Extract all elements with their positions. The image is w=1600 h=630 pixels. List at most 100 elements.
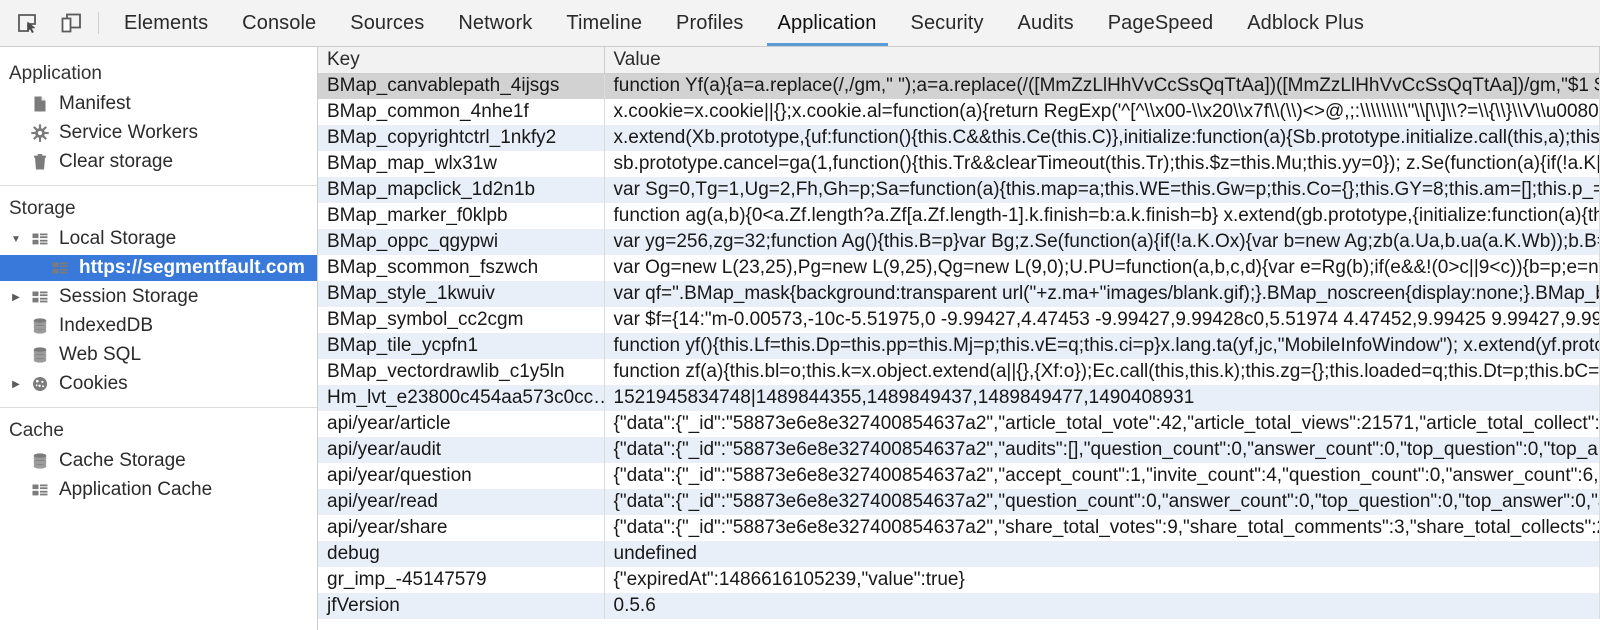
table-row[interactable]: BMap_oppc_qgypwi var yg=256,zg=32;functio… [318,229,1600,255]
cell-key[interactable]: api/year/share [318,515,605,541]
cell-key[interactable]: api/year/question [318,463,605,489]
cell-value[interactable]: undefined [604,541,1600,567]
inspect-element-icon[interactable] [10,6,44,40]
cell-key[interactable]: api/year/read [318,489,605,515]
table-row[interactable]: BMap_tile_ycpfn1 function yf(){this.Lf=th… [318,333,1600,359]
tab-console[interactable]: Console [225,0,333,46]
cell-key[interactable]: gr_imp_-45147579 [318,567,605,593]
chevron-down-icon[interactable]: ▼ [8,234,24,245]
cell-value[interactable]: {"data":{"_id":"58873e6e8e327400854637a2… [604,463,1600,489]
chevron-right-icon[interactable]: ▶ [8,292,24,303]
table-row[interactable]: gr_imp_-45147579 {"expiredAt":14866161052… [318,567,1600,593]
device-toolbar-icon[interactable] [54,6,88,40]
cell-value[interactable]: var $f={14:"m-0.00573,-10c-5.51975,0 -9.… [604,307,1600,333]
table-row[interactable]: Hm_lvt_e23800c454aa573c0cc… 1521945834748… [318,385,1600,411]
sidebar-section-title-application: Application [9,63,102,84]
column-header-key[interactable]: Key [318,47,605,74]
cell-value[interactable]: function ag(a,b){0<a.Zf.length?a.Zf[a.Zf… [604,203,1600,229]
cell-value[interactable]: {"data":{"_id":"58873e6e8e327400854637a2… [604,411,1600,437]
table-row[interactable]: api/year/read {"data":{"_id":"58873e6e8e3… [318,489,1600,515]
sidebar-item-local-storage[interactable]: ▼ Local Storage [0,226,317,252]
cell-value[interactable]: {"data":{"_id":"58873e6e8e327400854637a2… [604,515,1600,541]
cell-value[interactable]: {"data":{"_id":"58873e6e8e327400854637a2… [604,489,1600,515]
table-row[interactable]: BMap_marker_f0klpb function ag(a,b){0<a.Z… [318,203,1600,229]
cell-key[interactable]: BMap_copyrightctrl_1nkfy2 [318,125,605,151]
cell-value[interactable]: var qf=".BMap_mask{background:transparen… [604,281,1600,307]
cell-key[interactable]: BMap_style_1kwuiv [318,281,605,307]
tab-sources[interactable]: Sources [333,0,441,46]
cell-key[interactable]: BMap_map_wlx31w [318,151,605,177]
table-icon [30,229,50,249]
tab-pagespeed[interactable]: PageSpeed [1091,0,1230,46]
table-row[interactable]: debug undefined [318,541,1600,567]
table-row[interactable]: api/year/article {"data":{"_id":"58873e6e… [318,411,1600,437]
cell-value[interactable]: 0.5.6 [604,593,1600,619]
cell-key[interactable]: BMap_scommon_fszwch [318,255,605,281]
chevron-right-icon[interactable]: ▶ [8,379,24,390]
cell-key[interactable]: BMap_canvablepath_4ijsgs [318,73,605,99]
sidebar-item-session-storage[interactable]: ▶ Session Storage [0,284,317,310]
cell-value[interactable]: function zf(a){this.bl=o;this.k=x.object… [604,359,1600,385]
table-row[interactable]: BMap_scommon_fszwch var Og=new L(23,25),P… [318,255,1600,281]
tab-application[interactable]: Application [761,0,894,46]
sidebar-item-service-workers[interactable]: ▶Service Workers [0,120,317,146]
table-header: Key Value [318,47,1600,74]
cell-value[interactable]: {"data":{"_id":"58873e6e8e327400854637a2… [604,437,1600,463]
cell-key[interactable]: BMap_marker_f0klpb [318,203,605,229]
cell-key[interactable]: BMap_tile_ycpfn1 [318,333,605,359]
table-row[interactable]: BMap_symbol_cc2cgm var $f={14:"m-0.00573,… [318,307,1600,333]
cell-value[interactable]: var yg=256,zg=32;function Ag(){this.B=p}… [604,229,1600,255]
tab-profiles[interactable]: Profiles [659,0,761,46]
column-header-value[interactable]: Value [604,47,1600,74]
cell-key[interactable]: BMap_mapclick_1d2n1b [318,177,605,203]
cell-key[interactable]: Hm_lvt_e23800c454aa573c0cc… [318,385,605,411]
cell-key[interactable]: BMap_common_4nhe1f [318,99,605,125]
sidebar-item-label: Cookies [59,373,128,394]
tab-timeline[interactable]: Timeline [549,0,659,46]
sidebar-item-web-sql[interactable]: ▶Web SQL [0,342,317,368]
table-row[interactable]: api/year/audit {"data":{"_id":"58873e6e8e… [318,437,1600,463]
sidebar-item-application-cache[interactable]: ▶Application Cache [0,477,317,503]
table-row[interactable]: BMap_style_1kwuiv var qf=".BMap_mask{back… [318,281,1600,307]
cell-key[interactable]: BMap_vectordrawlib_c1y5ln [318,359,605,385]
sidebar-item-cookies[interactable]: ▶ Cookies [0,371,317,397]
cell-value[interactable]: 1521945834748|1489844355,1489849437,1489… [604,385,1600,411]
table-row[interactable]: api/year/share {"data":{"_id":"58873e6e8e… [318,515,1600,541]
tab-adblock-plus[interactable]: Adblock Plus [1230,0,1381,46]
storage-table-panel[interactable]: Key Value BMap_canvablepath_4ijsgs functi… [318,47,1600,630]
sidebar-item-indexeddb[interactable]: ▶IndexedDB [0,313,317,339]
table-row[interactable]: api/year/question {"data":{"_id":"58873e6… [318,463,1600,489]
sidebar-item-label: Web SQL [59,344,142,365]
sidebar-item-label: Local Storage [59,228,177,249]
cell-key[interactable]: api/year/article [318,411,605,437]
sidebar-item-https-segmentfault-com[interactable]: ▶https://segmentfault.com [0,255,317,281]
cell-value[interactable]: var Sg=0,Tg=1,Ug=2,Fh,Gh=p;Sa=function(a… [604,177,1600,203]
cell-value[interactable]: x.extend(Xb.prototype,{uf:function(){thi… [604,125,1600,151]
cell-key[interactable]: jfVersion [318,593,605,619]
table-row[interactable]: BMap_mapclick_1d2n1b var Sg=0,Tg=1,Ug=2,F… [318,177,1600,203]
cell-value[interactable]: function Yf(a){a=a.replace(/,/gm," ");a=… [604,73,1600,99]
cell-value[interactable]: x.cookie=x.cookie||{};x.cookie.al=functi… [604,99,1600,125]
table-row[interactable]: BMap_copyrightctrl_1nkfy2 x.extend(Xb.pro… [318,125,1600,151]
table-icon [30,287,50,307]
table-row[interactable]: BMap_common_4nhe1f x.cookie=x.cookie||{};… [318,99,1600,125]
table-row[interactable]: BMap_map_wlx31w sb.prototype.cancel=ga(1,… [318,151,1600,177]
tab-audits[interactable]: Audits [1001,0,1091,46]
table-row[interactable]: jfVersion 0.5.6 [318,593,1600,619]
tab-security[interactable]: Security [894,0,1001,46]
sidebar-item-manifest[interactable]: ▶Manifest [0,91,317,117]
cell-key[interactable]: api/year/audit [318,437,605,463]
cell-value[interactable]: {"expiredAt":1486616105239,"value":true} [604,567,1600,593]
sidebar-item-clear-storage[interactable]: ▶Clear storage [0,149,317,175]
cell-key[interactable]: BMap_oppc_qgypwi [318,229,605,255]
sidebar-item-cache-storage[interactable]: ▶Cache Storage [0,448,317,474]
cell-key[interactable]: BMap_symbol_cc2cgm [318,307,605,333]
cell-value[interactable]: sb.prototype.cancel=ga(1,function(){this… [604,151,1600,177]
cell-value[interactable]: var Og=new L(23,25),Pg=new L(9,25),Qg=ne… [604,255,1600,281]
table-row[interactable]: BMap_canvablepath_4ijsgs function Yf(a){a… [318,73,1600,99]
tab-elements[interactable]: Elements [107,0,225,46]
tab-network[interactable]: Network [441,0,549,46]
cell-key[interactable]: debug [318,541,605,567]
cell-value[interactable]: function yf(){this.Lf=this.Dp=this.pp=th… [604,333,1600,359]
table-row[interactable]: BMap_vectordrawlib_c1y5ln function zf(a){… [318,359,1600,385]
